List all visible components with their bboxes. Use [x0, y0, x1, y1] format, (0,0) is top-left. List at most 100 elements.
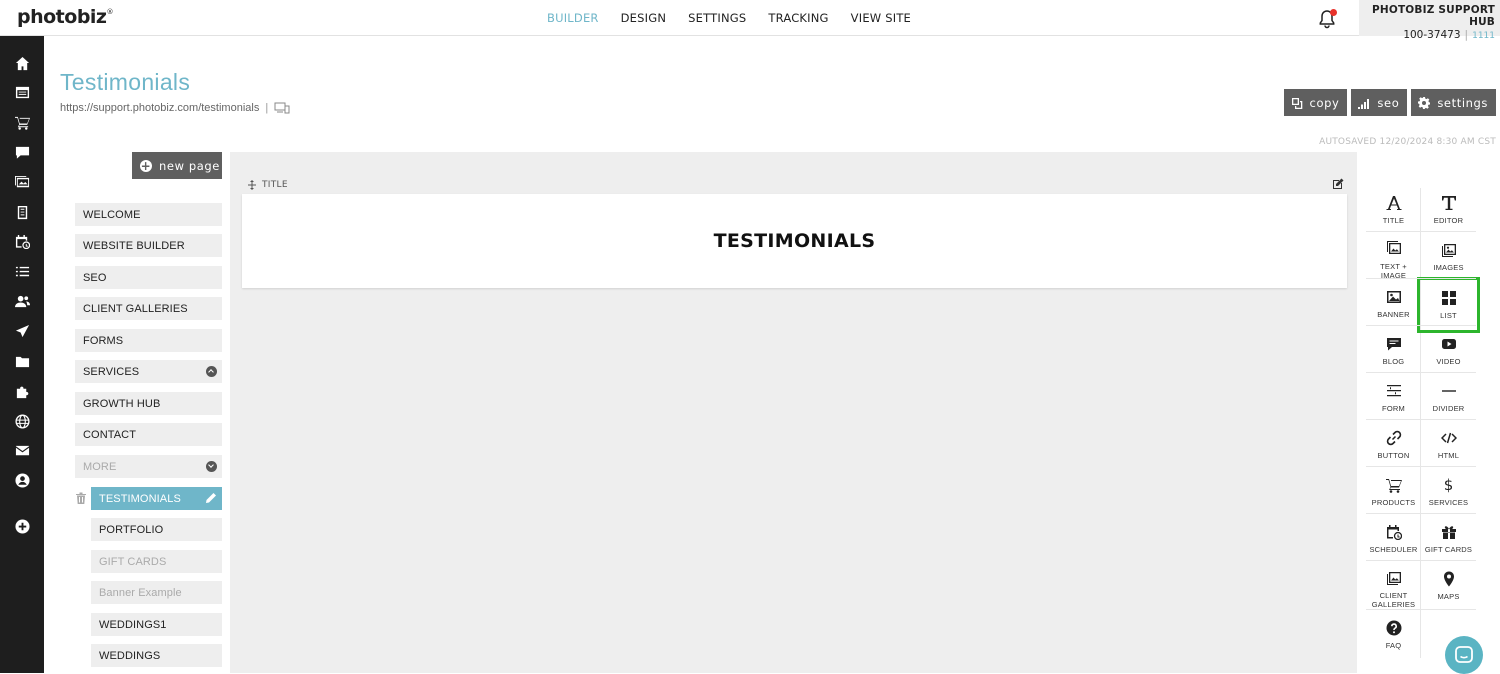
- widget-scheduler[interactable]: SCHEDULER: [1366, 513, 1421, 560]
- widget-html[interactable]: HTML: [1421, 419, 1476, 466]
- video-icon: [1441, 339, 1456, 349]
- gallery-icon[interactable]: [13, 173, 31, 191]
- cart-icon[interactable]: [13, 113, 31, 131]
- page-item-testimonials[interactable]: TESTIMONIALS: [91, 487, 222, 510]
- page-item-banner-example[interactable]: Banner Example: [91, 581, 222, 604]
- widget-button[interactable]: BUTTON: [1366, 419, 1421, 466]
- widget-divider[interactable]: DIVIDER: [1421, 372, 1476, 419]
- page-item-portfolio[interactable]: PORTFOLIO: [91, 518, 222, 541]
- nav-builder[interactable]: BUILDER: [547, 11, 599, 25]
- widget-row-divider: [1366, 231, 1476, 232]
- trash-icon[interactable]: [76, 492, 86, 504]
- page-title: Testimonials: [60, 69, 191, 95]
- bell-icon[interactable]: [1318, 9, 1337, 29]
- page-url[interactable]: https://support.photobiz.com/testimonial…: [60, 102, 259, 114]
- top-nav: BUILDER DESIGN SETTINGS TRACKING VIEW SI…: [547, 11, 933, 25]
- chat-icon[interactable]: [13, 143, 31, 161]
- widget-form[interactable]: FORM: [1366, 372, 1421, 419]
- scheduler-icon[interactable]: [13, 232, 31, 250]
- page-item-contact[interactable]: CONTACT: [75, 423, 222, 446]
- widget-video[interactable]: VIDEO: [1421, 325, 1476, 372]
- widget-faq[interactable]: FAQ: [1366, 609, 1421, 656]
- page-url-row: https://support.photobiz.com/testimonial…: [60, 102, 290, 114]
- account-name: PHOTOBIZ SUPPORT HUB: [1371, 4, 1495, 28]
- widget-maps[interactable]: MAPS: [1421, 560, 1476, 607]
- page-item-services[interactable]: SERVICES: [75, 360, 222, 383]
- contacts-icon[interactable]: [13, 292, 31, 310]
- widget-row-divider: [1366, 278, 1476, 279]
- chat-launcher-button[interactable]: [1445, 636, 1483, 674]
- widget-text-image[interactable]: TEXT + IMAGE: [1366, 231, 1421, 281]
- images-icon: [1441, 244, 1456, 257]
- nav-settings[interactable]: SETTINGS: [688, 11, 746, 25]
- home-icon[interactable]: [13, 54, 31, 72]
- page-item-gift-cards[interactable]: GIFT CARDS: [91, 550, 222, 573]
- widget-list[interactable]: LIST: [1417, 277, 1480, 333]
- widget-products[interactable]: PRODUCTS: [1366, 466, 1421, 513]
- page-item-forms[interactable]: FORMS: [75, 329, 222, 352]
- edit-section-icon[interactable]: [1332, 178, 1344, 190]
- folder-icon[interactable]: [13, 352, 31, 370]
- page-item-growth-hub[interactable]: GROWTH HUB: [75, 392, 222, 415]
- chevron-down-icon[interactable]: [206, 461, 217, 472]
- globe-icon[interactable]: [13, 412, 31, 430]
- widget-row-divider: [1366, 513, 1476, 514]
- forms-icon[interactable]: [13, 203, 31, 221]
- drag-handle-icon[interactable]: [248, 180, 256, 190]
- page-item-seo[interactable]: SEO: [75, 266, 222, 289]
- page-item-weddings1[interactable]: WEDDINGS1: [91, 613, 222, 636]
- gift-icon: [1441, 526, 1456, 539]
- widget-gift-cards[interactable]: GIFT CARDS: [1421, 513, 1476, 560]
- nav-tracking[interactable]: TRACKING: [768, 11, 828, 25]
- top-bar: photobiz® BUILDER DESIGN SETTINGS TRACKI…: [0, 0, 1500, 41]
- page-item-more[interactable]: MORE: [75, 455, 222, 478]
- gear-icon: [1418, 96, 1431, 109]
- list-icon[interactable]: [13, 262, 31, 280]
- widget-services[interactable]: $ SERVICES: [1421, 466, 1476, 513]
- puzzle-icon[interactable]: [13, 382, 31, 400]
- page-item-website-builder[interactable]: WEBSITE BUILDER: [75, 234, 222, 257]
- widget-editor[interactable]: EDITOR: [1421, 184, 1476, 231]
- settings-button[interactable]: settings: [1411, 89, 1496, 116]
- copy-icon: [1291, 97, 1302, 109]
- user-icon[interactable]: [13, 471, 31, 489]
- section-heading[interactable]: TESTIMONIALS: [714, 230, 876, 252]
- autosave-status: AUTOSAVED 12/20/2024 8:30 AM CST: [1319, 137, 1496, 147]
- copy-button[interactable]: copy: [1283, 89, 1348, 116]
- send-icon[interactable]: [13, 322, 31, 340]
- page-actions: copy seo settings: [1280, 89, 1496, 116]
- pencil-icon[interactable]: [205, 492, 217, 504]
- widget-row-divider: [1366, 419, 1476, 420]
- chevron-up-icon[interactable]: [206, 366, 217, 377]
- widget-images[interactable]: IMAGES: [1421, 231, 1476, 278]
- widget-row-divider: [1366, 609, 1476, 610]
- nav-view-site[interactable]: VIEW SITE: [851, 11, 911, 25]
- seo-button[interactable]: seo: [1351, 89, 1408, 116]
- widget-blog[interactable]: BLOG: [1366, 325, 1421, 372]
- nav-design[interactable]: DESIGN: [621, 11, 667, 25]
- mail-icon[interactable]: [13, 441, 31, 459]
- widget-row-divider: [1366, 560, 1476, 561]
- devices-icon[interactable]: [274, 102, 290, 114]
- account-id: 100-37473 | 1111: [1403, 29, 1495, 41]
- title-section[interactable]: TESTIMONIALS: [242, 194, 1347, 288]
- widget-banner[interactable]: BANNER: [1366, 278, 1421, 325]
- account-panel[interactable]: PHOTOBIZ SUPPORT HUB 100-37473 | 1111: [1359, 0, 1500, 41]
- new-page-button[interactable]: + new page: [132, 152, 222, 179]
- widget-row-divider: [1366, 325, 1476, 326]
- page-item-client-galleries[interactable]: CLIENT GALLERIES: [75, 297, 222, 320]
- widget-client-galleries[interactable]: CLIENT GALLERIES: [1366, 560, 1421, 610]
- page-item-weddings[interactable]: WEDDINGS: [91, 644, 222, 667]
- code-icon: [1440, 432, 1457, 444]
- page-item-label: MORE: [83, 460, 117, 473]
- cart-icon: [1385, 479, 1402, 493]
- logo[interactable]: photobiz®: [17, 6, 113, 28]
- page-item-label: TESTIMONIALS: [99, 492, 181, 505]
- add-icon[interactable]: [13, 517, 31, 535]
- widget-title[interactable]: TITLE: [1366, 184, 1421, 231]
- page-item-welcome[interactable]: WELCOME: [75, 203, 222, 226]
- blog-icon: [1386, 338, 1401, 351]
- dollar-icon: $: [1443, 476, 1454, 494]
- pages-icon[interactable]: [13, 83, 31, 101]
- page-item-label: SERVICES: [83, 365, 140, 378]
